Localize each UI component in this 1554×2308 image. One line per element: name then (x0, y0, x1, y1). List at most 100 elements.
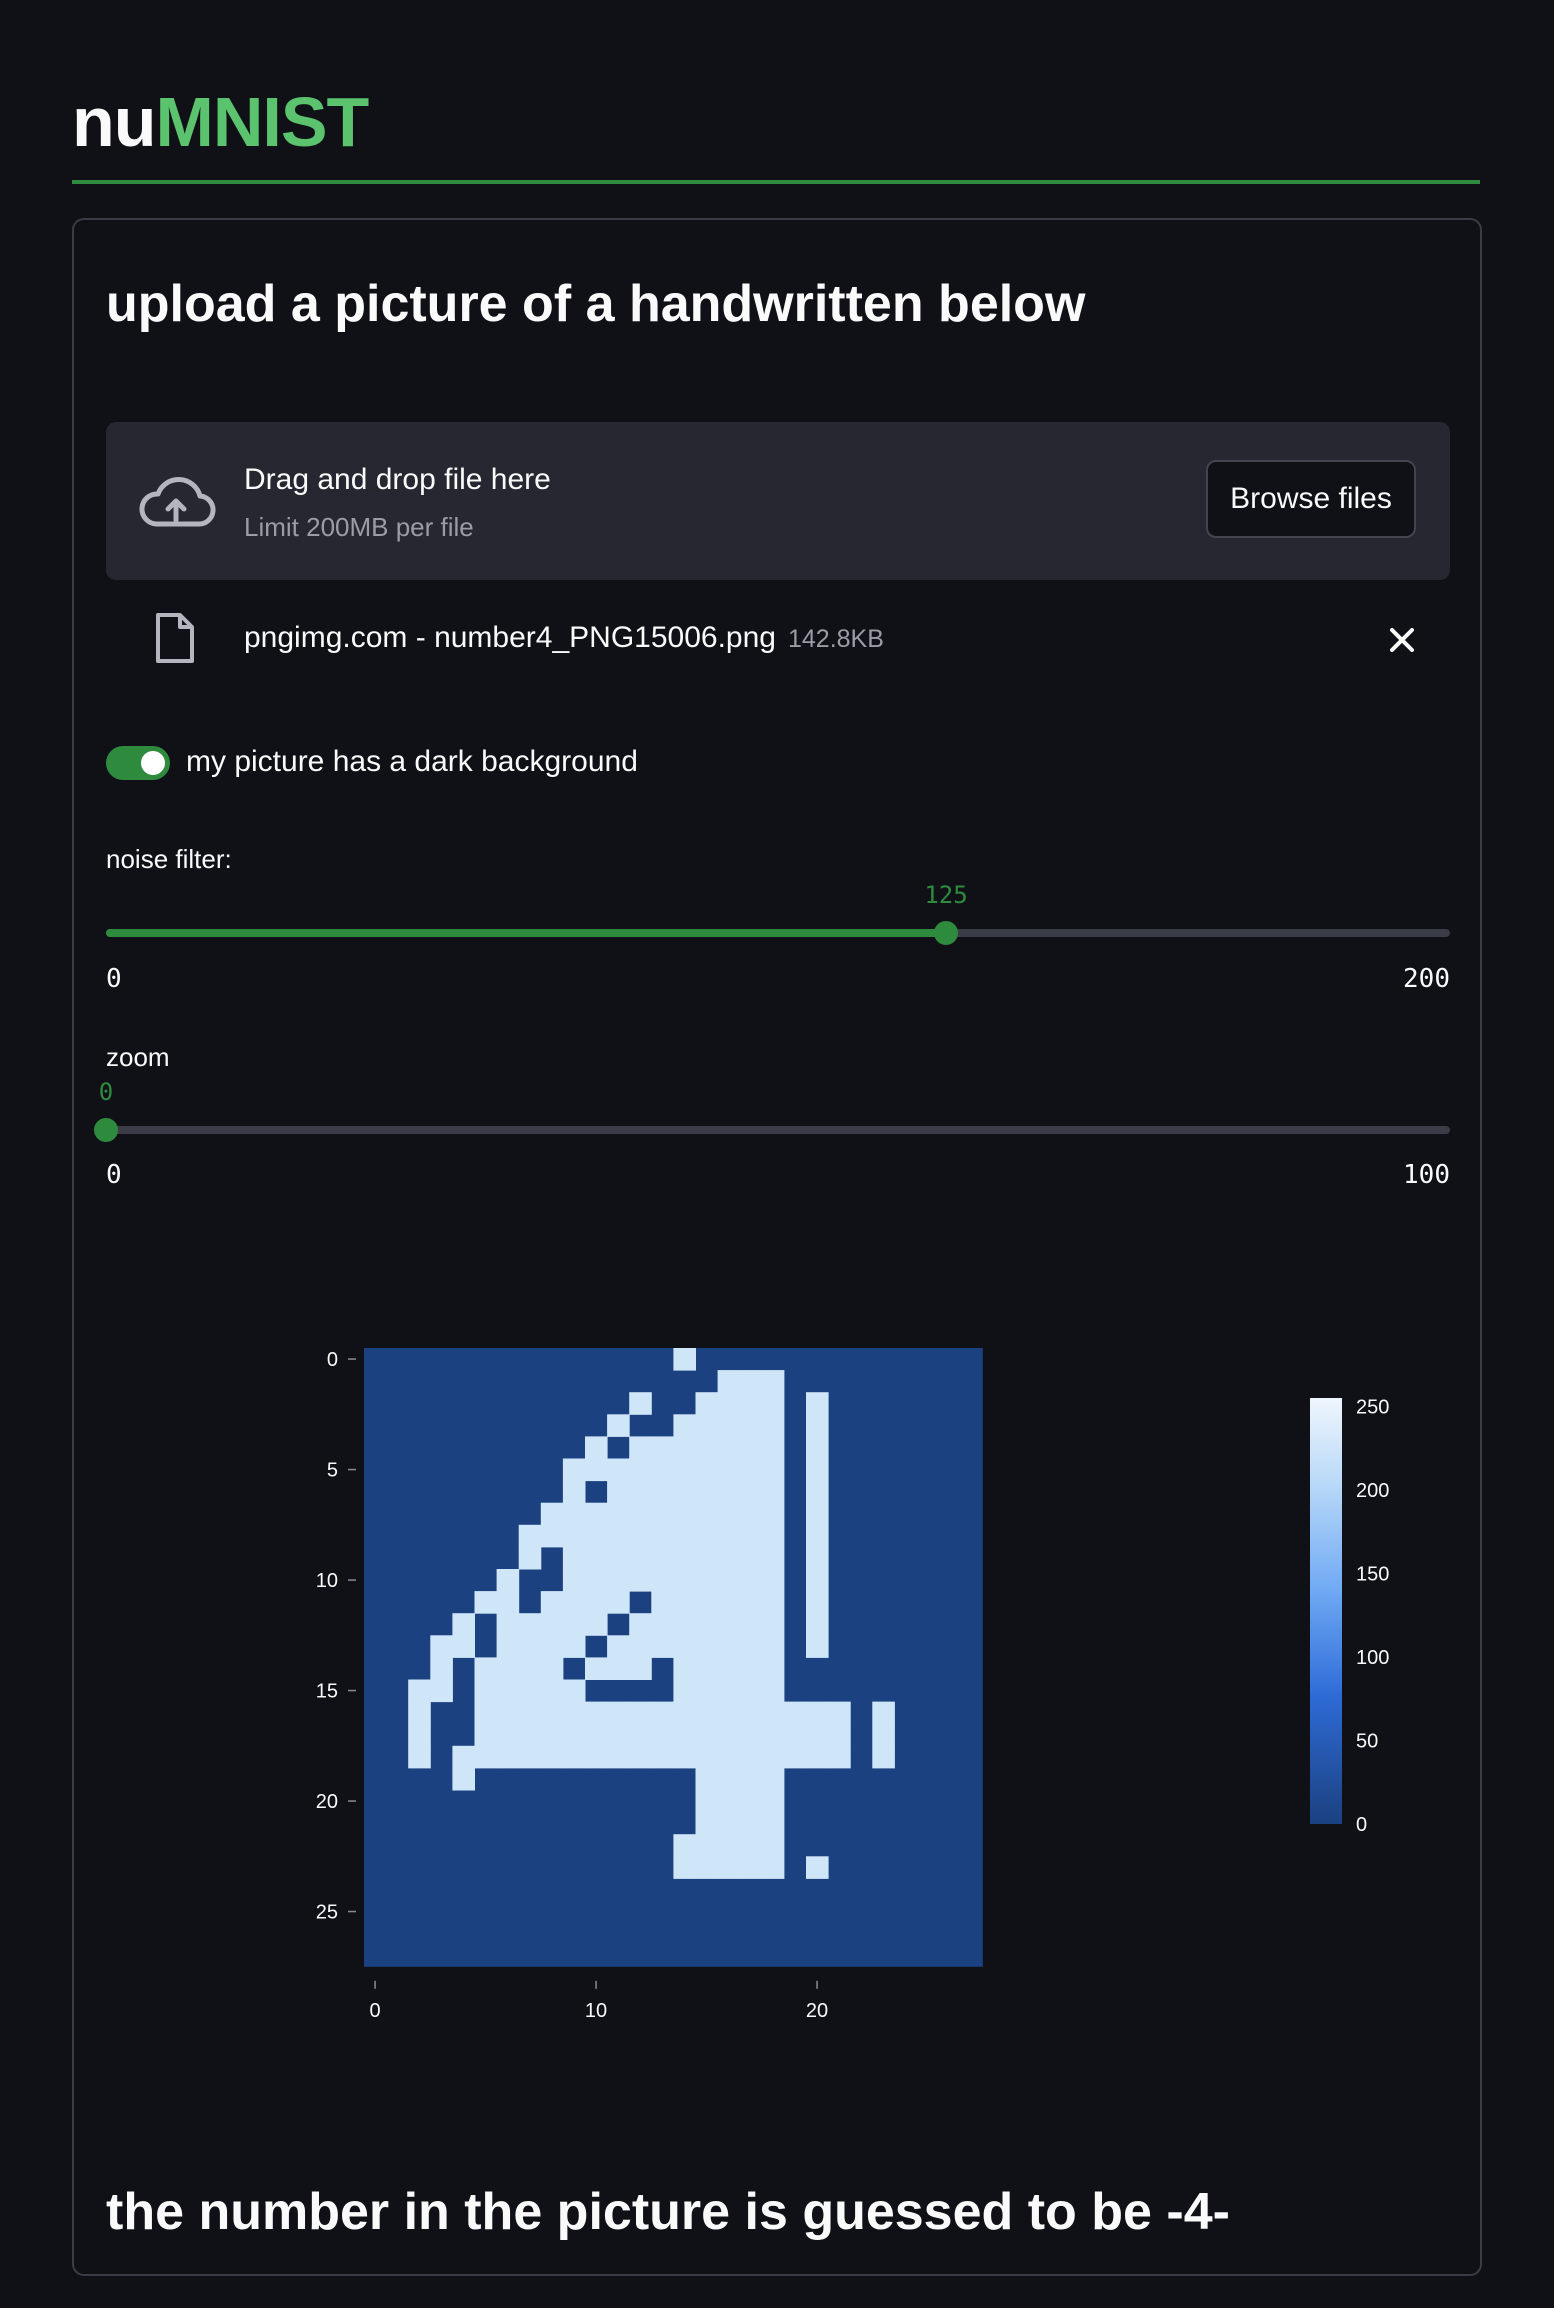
heatmap-cell (673, 1745, 696, 1769)
heatmap-cell (673, 1635, 696, 1658)
y-tick-label: 15 (316, 1681, 338, 1703)
colorbar-tick-label: 50 (1356, 1730, 1378, 1752)
heatmap-cell (585, 1458, 608, 1482)
zoom-value: 0 (98, 1078, 114, 1106)
heatmap-cell (695, 1834, 719, 1857)
heatmap-cell (673, 1679, 696, 1703)
heatmap-cell (607, 1546, 630, 1570)
heatmap-cell (695, 1480, 719, 1504)
zoom-thumb[interactable] (94, 1118, 118, 1142)
heatmap-cell (673, 1657, 696, 1680)
heatmap-cell (629, 1480, 652, 1504)
heatmap-cell (761, 1701, 785, 1725)
heatmap-cell (872, 1745, 895, 1769)
heatmap-cell (695, 1546, 719, 1570)
heatmap-cell (540, 1745, 564, 1769)
heatmap-cell (585, 1591, 608, 1614)
heatmap-cell (607, 1414, 630, 1437)
heatmap-cell (761, 1679, 785, 1703)
heatmap-cell (518, 1701, 542, 1725)
heatmap-cell (540, 1657, 564, 1680)
heatmap-cell (695, 1745, 719, 1769)
heatmap-cell (761, 1458, 785, 1482)
heatmap-cell (585, 1657, 608, 1680)
y-tick-label: 5 (327, 1460, 338, 1482)
heatmap-cell (739, 1613, 763, 1636)
heatmap-cell (585, 1546, 608, 1570)
heatmap-cell (673, 1348, 696, 1371)
colorbar-tick-label: 100 (1356, 1647, 1389, 1669)
heatmap-cell (474, 1701, 498, 1725)
heatmap-cell (717, 1458, 741, 1482)
heatmap-cell (717, 1370, 741, 1393)
heatmap-cell (695, 1414, 719, 1437)
noise-filter-max: 200 (1403, 964, 1450, 994)
heatmap-cell (408, 1679, 431, 1703)
heatmap-cell (739, 1546, 763, 1570)
heatmap-cell (761, 1635, 785, 1658)
colorbar-tick-label: 0 (1356, 1814, 1367, 1836)
heatmap-cell (806, 1701, 829, 1725)
y-tick-label: 10 (316, 1570, 338, 1592)
file-icon (156, 613, 194, 663)
file-dropzone[interactable]: Drag and drop file here Limit 200MB per … (106, 422, 1450, 580)
heatmap-cell (607, 1458, 630, 1482)
heatmap-cell (585, 1701, 608, 1725)
noise-filter-slider[interactable]: 125 (106, 881, 1450, 945)
heatmap-cell (783, 1723, 807, 1747)
heatmap-cell (783, 1701, 807, 1725)
heatmap-cell (408, 1701, 431, 1725)
heatmap-cell (607, 1723, 630, 1747)
heatmap-cell (761, 1414, 785, 1437)
heatmap-cell (452, 1613, 475, 1636)
heatmap-cell (761, 1591, 785, 1614)
heatmap-cell (739, 1591, 763, 1614)
noise-filter-thumb[interactable] (934, 921, 958, 945)
colorbar-tick-label: 200 (1356, 1480, 1389, 1502)
heatmap-cell (806, 1591, 829, 1614)
x-tick-label: 0 (369, 2000, 380, 2022)
heatmap-cell (651, 1480, 674, 1504)
colorbar-tick-label: 250 (1356, 1396, 1389, 1418)
heatmap-cell (585, 1436, 608, 1459)
heatmap-cell (496, 1679, 520, 1703)
heatmap-cell (739, 1679, 763, 1703)
heatmap-cell (717, 1679, 741, 1703)
x-tick-label: 10 (585, 2000, 607, 2022)
heatmap-cell (739, 1790, 763, 1813)
file-size: 142.8KB (787, 625, 884, 653)
heatmap-cell (739, 1657, 763, 1680)
heatmap-cell (806, 1856, 829, 1879)
heatmap-cell (651, 1569, 674, 1592)
heatmap-cell (518, 1546, 542, 1570)
close-icon[interactable] (1382, 620, 1422, 660)
noise-filter-value: 125 (924, 881, 968, 909)
dark-background-toggle[interactable] (106, 746, 170, 780)
heatmap-cell (585, 1745, 608, 1769)
heatmap-cell (717, 1790, 741, 1813)
heatmap-cell (739, 1480, 763, 1504)
zoom-slider[interactable]: 0 (94, 1078, 1450, 1142)
heatmap-cell (607, 1502, 630, 1526)
browse-files-button[interactable]: Browse files (1206, 460, 1416, 538)
heatmap-cell (739, 1723, 763, 1747)
heatmap-cell (717, 1834, 741, 1857)
noise-filter-min: 0 (106, 964, 122, 994)
heatmap-cell (717, 1546, 741, 1570)
heatmap-cell (695, 1723, 719, 1747)
heatmap-cell (695, 1392, 719, 1415)
heatmap-cell (673, 1591, 696, 1614)
heatmap-cell (496, 1591, 520, 1614)
heatmap-cell (695, 1790, 719, 1813)
heatmap-cell (806, 1613, 829, 1636)
heatmap-cell (430, 1657, 453, 1680)
heatmap-cell (717, 1657, 741, 1680)
digit-heatmap-chart: 05101520250 10 20050100150200250 (316, 1348, 1389, 2022)
heatmap-cell (673, 1480, 696, 1504)
heatmap-cell (717, 1392, 741, 1415)
heatmap-cell (739, 1458, 763, 1482)
heatmap-cell (695, 1458, 719, 1482)
heatmap-cell (629, 1745, 652, 1769)
heatmap-cell (717, 1701, 741, 1725)
heatmap-cell (695, 1812, 719, 1835)
